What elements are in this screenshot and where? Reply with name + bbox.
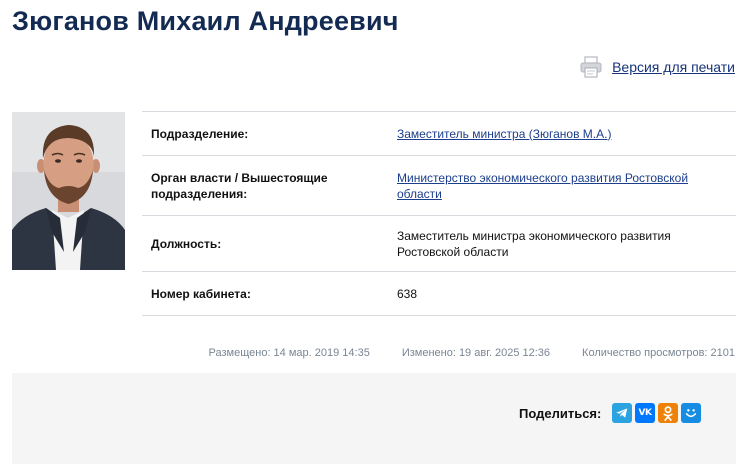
field-label: Номер кабинета:	[142, 271, 397, 316]
position-value: Заместитель министра экономического разв…	[397, 215, 736, 272]
info-row-position: Должность: Заместитель министра экономич…	[142, 215, 736, 272]
field-label: Орган власти / Вышестоящие подразделения…	[142, 155, 397, 216]
subdivision-link[interactable]: Заместитель министра (Зюганов М.А.)	[397, 127, 611, 141]
share-bar: Поделиться: VK	[12, 373, 736, 464]
page-title: Зюганов Михаил Андреевич	[12, 6, 399, 36]
info-row-subdivision: Подразделение: Заместитель министра (Зюг…	[142, 111, 736, 156]
share-label: Поделиться:	[519, 406, 602, 421]
field-label: Должность:	[142, 215, 397, 272]
info-row-office: Номер кабинета: 638	[142, 271, 736, 316]
telegram-icon[interactable]	[612, 403, 632, 423]
profile-info-table: Подразделение: Заместитель министра (Зюг…	[142, 111, 736, 316]
vk-icon[interactable]: VK	[635, 403, 655, 423]
authority-link[interactable]: Министерство экономического развития Рос…	[397, 171, 688, 201]
printer-icon	[579, 55, 603, 79]
share-buttons: VK	[612, 403, 701, 423]
print-version-label: Версия для печати	[612, 59, 735, 75]
field-label: Подразделение:	[142, 111, 397, 156]
profile-photo	[12, 112, 125, 270]
office-number-value: 638	[397, 271, 736, 316]
modified-date: Изменено: 19 авг. 2025 12:36	[401, 347, 551, 359]
info-row-authority: Орган власти / Вышестоящие подразделения…	[142, 155, 736, 216]
page-meta: Размещено: 14 мар. 2019 14:35 Изменено: …	[209, 347, 735, 359]
page: Зюганов Михаил Андреевич Версия для печа…	[0, 0, 750, 464]
moimir-icon[interactable]	[681, 403, 701, 423]
posted-date: Размещено: 14 мар. 2019 14:35	[208, 347, 370, 359]
print-version-link[interactable]: Версия для печати	[579, 55, 735, 79]
odnoklassniki-icon[interactable]	[658, 403, 678, 423]
view-count: Количество просмотров: 2101	[582, 347, 735, 359]
